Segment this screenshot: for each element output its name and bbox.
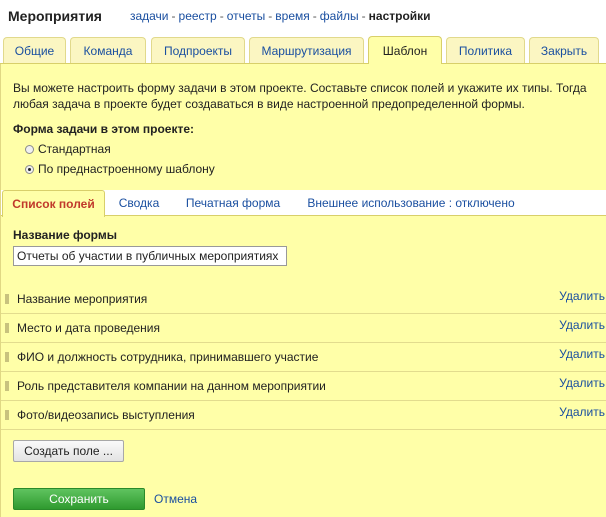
drag-handle-icon[interactable] xyxy=(5,410,9,420)
nav-separator: - xyxy=(268,9,273,23)
field-row[interactable]: Роль представителя компании на данном ме… xyxy=(1,372,606,401)
subtab-summary[interactable]: Сводка xyxy=(112,190,166,216)
drag-handle-icon[interactable] xyxy=(5,294,9,304)
project-title: Мероприятия xyxy=(8,8,102,24)
nav-link-registry[interactable]: реестр xyxy=(179,9,217,23)
create-field-button[interactable]: Создать поле ... xyxy=(13,440,124,462)
radio-template-option[interactable]: По преднастроенному шаблону xyxy=(25,162,215,176)
radio-standard-label: Стандартная xyxy=(38,142,111,156)
tab-close[interactable]: Закрыть xyxy=(529,37,599,63)
delete-field-link[interactable]: Удалить xyxy=(559,347,605,361)
field-name[interactable]: Название мероприятия xyxy=(17,292,147,306)
nav-link-time[interactable]: время xyxy=(275,9,309,23)
save-button[interactable]: Сохранить xyxy=(13,488,145,510)
cancel-link[interactable]: Отмена xyxy=(154,492,197,506)
subtab-print-form[interactable]: Печатная форма xyxy=(179,190,287,216)
nav-separator: - xyxy=(171,9,176,23)
form-type-label: Форма задачи в этом проекте: xyxy=(13,122,195,136)
project-nav: задачи - реестр - отчеты - время - файлы… xyxy=(130,9,431,23)
field-name[interactable]: ФИО и должность сотрудника, принимавшего… xyxy=(17,350,318,364)
delete-field-link[interactable]: Удалить xyxy=(559,318,605,332)
field-list: Название мероприятия Удалить Место и дат… xyxy=(1,285,606,430)
settings-tabs: Общие Команда Подпроекты Маршрутизация Ш… xyxy=(0,34,606,64)
drag-handle-icon[interactable] xyxy=(5,352,9,362)
nav-separator: - xyxy=(361,9,366,23)
field-name[interactable]: Роль представителя компании на данном ме… xyxy=(17,379,326,393)
radio-template-label: По преднастроенному шаблону xyxy=(38,162,215,176)
radio-standard-option[interactable]: Стандартная xyxy=(25,142,111,156)
form-name-label: Название формы xyxy=(13,228,117,242)
form-name-input[interactable] xyxy=(13,246,287,266)
nav-current-settings: настройки xyxy=(368,9,431,23)
tab-team[interactable]: Команда xyxy=(70,37,146,63)
tab-routing[interactable]: Маршрутизация xyxy=(249,37,364,63)
field-row[interactable]: ФИО и должность сотрудника, принимавшего… xyxy=(1,343,606,372)
field-name[interactable]: Место и дата проведения xyxy=(17,321,160,335)
nav-link-reports[interactable]: отчеты xyxy=(227,9,266,23)
subtab-external-use[interactable]: Внешнее использование : отключено xyxy=(301,190,521,216)
delete-field-link[interactable]: Удалить xyxy=(559,289,605,303)
template-panel: Вы можете настроить форму задачи в этом … xyxy=(0,64,606,517)
tab-subprojects[interactable]: Подпроекты xyxy=(151,37,245,63)
tab-policy[interactable]: Политика xyxy=(446,37,525,63)
nav-link-tasks[interactable]: задачи xyxy=(130,9,169,23)
tab-general[interactable]: Общие xyxy=(3,37,66,63)
header: Мероприятия задачи - реестр - отчеты - в… xyxy=(0,0,606,32)
field-name[interactable]: Фото/видеозапись выступления xyxy=(17,408,195,422)
drag-handle-icon[interactable] xyxy=(5,381,9,391)
field-row[interactable]: Фото/видеозапись выступления Удалить xyxy=(1,401,606,430)
nav-separator: - xyxy=(312,9,317,23)
tab-template[interactable]: Шаблон xyxy=(368,36,442,64)
delete-field-link[interactable]: Удалить xyxy=(559,376,605,390)
subtab-field-list[interactable]: Список полей xyxy=(2,190,105,217)
radio-template[interactable] xyxy=(25,164,34,174)
nav-separator: - xyxy=(219,9,224,23)
field-row[interactable]: Место и дата проведения Удалить xyxy=(1,314,606,343)
field-row[interactable]: Название мероприятия Удалить xyxy=(1,285,606,314)
template-subtabs: Список полей Сводка Печатная форма Внешн… xyxy=(1,190,606,217)
radio-standard[interactable] xyxy=(25,144,34,154)
drag-handle-icon[interactable] xyxy=(5,323,9,333)
delete-field-link[interactable]: Удалить xyxy=(559,405,605,419)
nav-link-files[interactable]: файлы xyxy=(320,9,359,23)
template-description: Вы можете настроить форму задачи в этом … xyxy=(13,81,587,111)
